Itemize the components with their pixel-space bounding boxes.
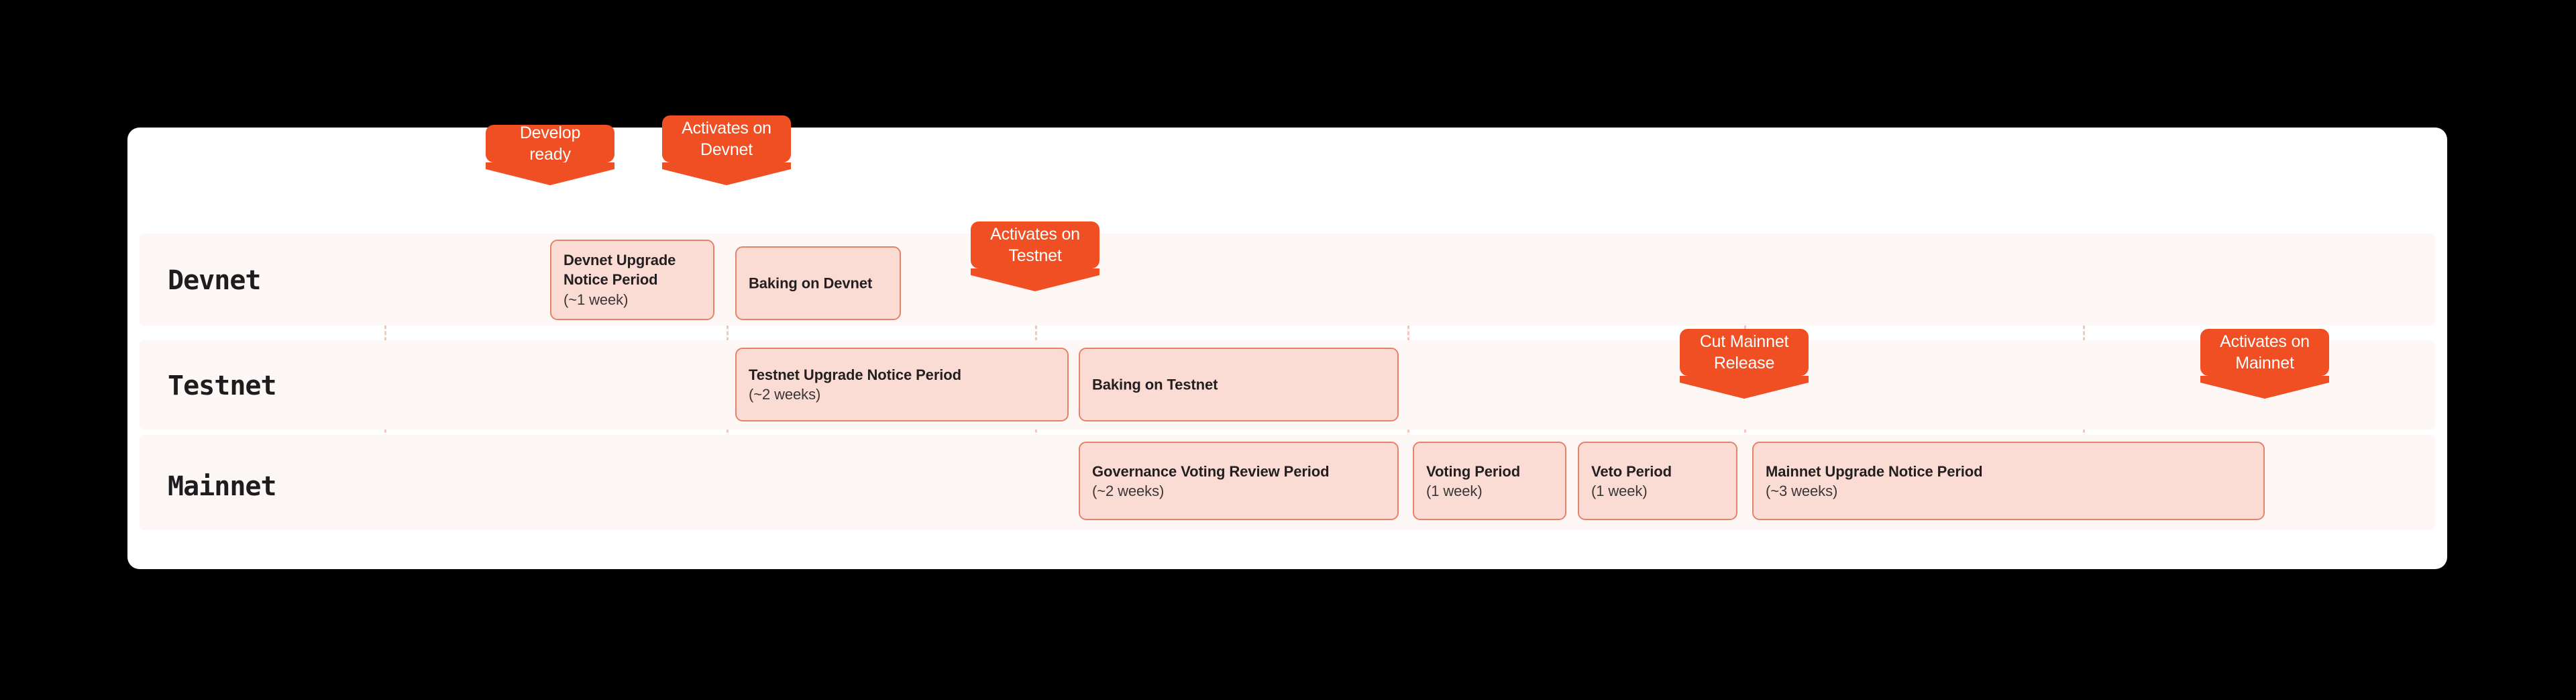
badge-pointer-icon (2200, 376, 2329, 399)
milestone-badge-cut-mainnet-release[interactable]: Cut Mainnet Release (1680, 329, 1809, 399)
period-bar-duration: (~2 weeks) (749, 386, 821, 403)
period-bar-content: Voting Period (1 week) (1426, 461, 1558, 501)
period-bar-title: Testnet Upgrade Notice Period (749, 366, 961, 383)
badge-pointer-icon (486, 162, 614, 185)
milestone-badge-label: Develop ready (519, 123, 581, 164)
badge-pointer-icon (1680, 376, 1809, 399)
period-bar-content: Baking on Devnet (749, 273, 893, 293)
period-bar-content: Mainnet Upgrade Notice Period (~3 weeks) (1766, 461, 2257, 501)
period-bar-content: Baking on Testnet (1092, 374, 1391, 394)
badge-pointer-icon (662, 162, 791, 185)
period-bar-veto-period[interactable]: Veto Period (1 week) (1578, 442, 1737, 520)
period-bar-duration: (~2 weeks) (1092, 482, 1165, 499)
period-bar-title: Baking on Devnet (749, 274, 873, 292)
swimlane-devnet (140, 234, 2435, 326)
period-bar-title: Governance Voting Review Period (1092, 462, 1330, 480)
period-bar-voting-period[interactable]: Voting Period (1 week) (1413, 442, 1566, 520)
period-bar-title: Devnet Upgrade Notice Period (564, 252, 676, 289)
row-label-devnet: Devnet (168, 265, 261, 296)
period-bar-baking-on-devnet[interactable]: Baking on Devnet (735, 246, 901, 320)
period-bar-duration: (~1 week) (564, 291, 629, 308)
milestone-badge-activates-on-devnet[interactable]: Activates on Devnet (662, 115, 791, 185)
period-bar-content: Devnet Upgrade Notice Period (~1 week) (564, 250, 706, 309)
period-bar-duration: (1 week) (1591, 482, 1648, 499)
period-bar-duration: (~3 weeks) (1766, 482, 1838, 499)
period-bar-devnet-upgrade-notice[interactable]: Devnet Upgrade Notice Period (~1 week) (550, 240, 714, 320)
period-bar-baking-on-testnet[interactable]: Baking on Testnet (1079, 348, 1399, 421)
badge-pointer-icon (971, 268, 1099, 291)
milestone-badge-label: Activates on Mainnet (2220, 332, 2310, 372)
period-bar-content: Testnet Upgrade Notice Period (~2 weeks) (749, 365, 1061, 405)
period-bar-content: Veto Period (1 week) (1591, 461, 1729, 501)
milestone-badge-label: Activates on Devnet (682, 119, 771, 159)
period-bar-content: Governance Voting Review Period (~2 week… (1092, 461, 1391, 501)
milestone-badge-label: Cut Mainnet Release (1699, 332, 1789, 372)
row-label-mainnet: Mainnet (168, 471, 277, 502)
milestone-badge-body: Activates on Devnet (662, 115, 791, 185)
milestone-badge-body: Develop ready (486, 123, 614, 185)
timeline-card: Devnet Devnet Upgrade Notice Period (~1 … (127, 115, 2447, 569)
period-bar-testnet-upgrade-notice[interactable]: Testnet Upgrade Notice Period (~2 weeks) (735, 348, 1069, 421)
period-bar-duration: (1 week) (1426, 482, 1483, 499)
period-bar-title: Veto Period (1591, 462, 1672, 480)
period-bar-title: Mainnet Upgrade Notice Period (1766, 462, 1983, 480)
milestone-badge-activates-on-testnet[interactable]: Activates on Testnet (971, 221, 1099, 291)
milestone-badge-label: Activates on Testnet (990, 225, 1080, 265)
milestone-badge-body: Activates on Mainnet (2200, 329, 2329, 399)
milestone-badge-develop-ready[interactable]: Develop ready (486, 123, 614, 185)
period-bar-title: Voting Period (1426, 462, 1521, 480)
period-bar-governance-voting-review[interactable]: Governance Voting Review Period (~2 week… (1079, 442, 1399, 520)
period-bar-title: Baking on Testnet (1092, 376, 1218, 393)
milestone-badge-body: Cut Mainnet Release (1680, 329, 1809, 399)
milestone-badge-body: Activates on Testnet (971, 221, 1099, 291)
row-label-testnet: Testnet (168, 370, 277, 401)
period-bar-mainnet-upgrade-notice[interactable]: Mainnet Upgrade Notice Period (~3 weeks) (1752, 442, 2265, 520)
milestone-badge-activates-on-mainnet[interactable]: Activates on Mainnet (2200, 329, 2329, 399)
